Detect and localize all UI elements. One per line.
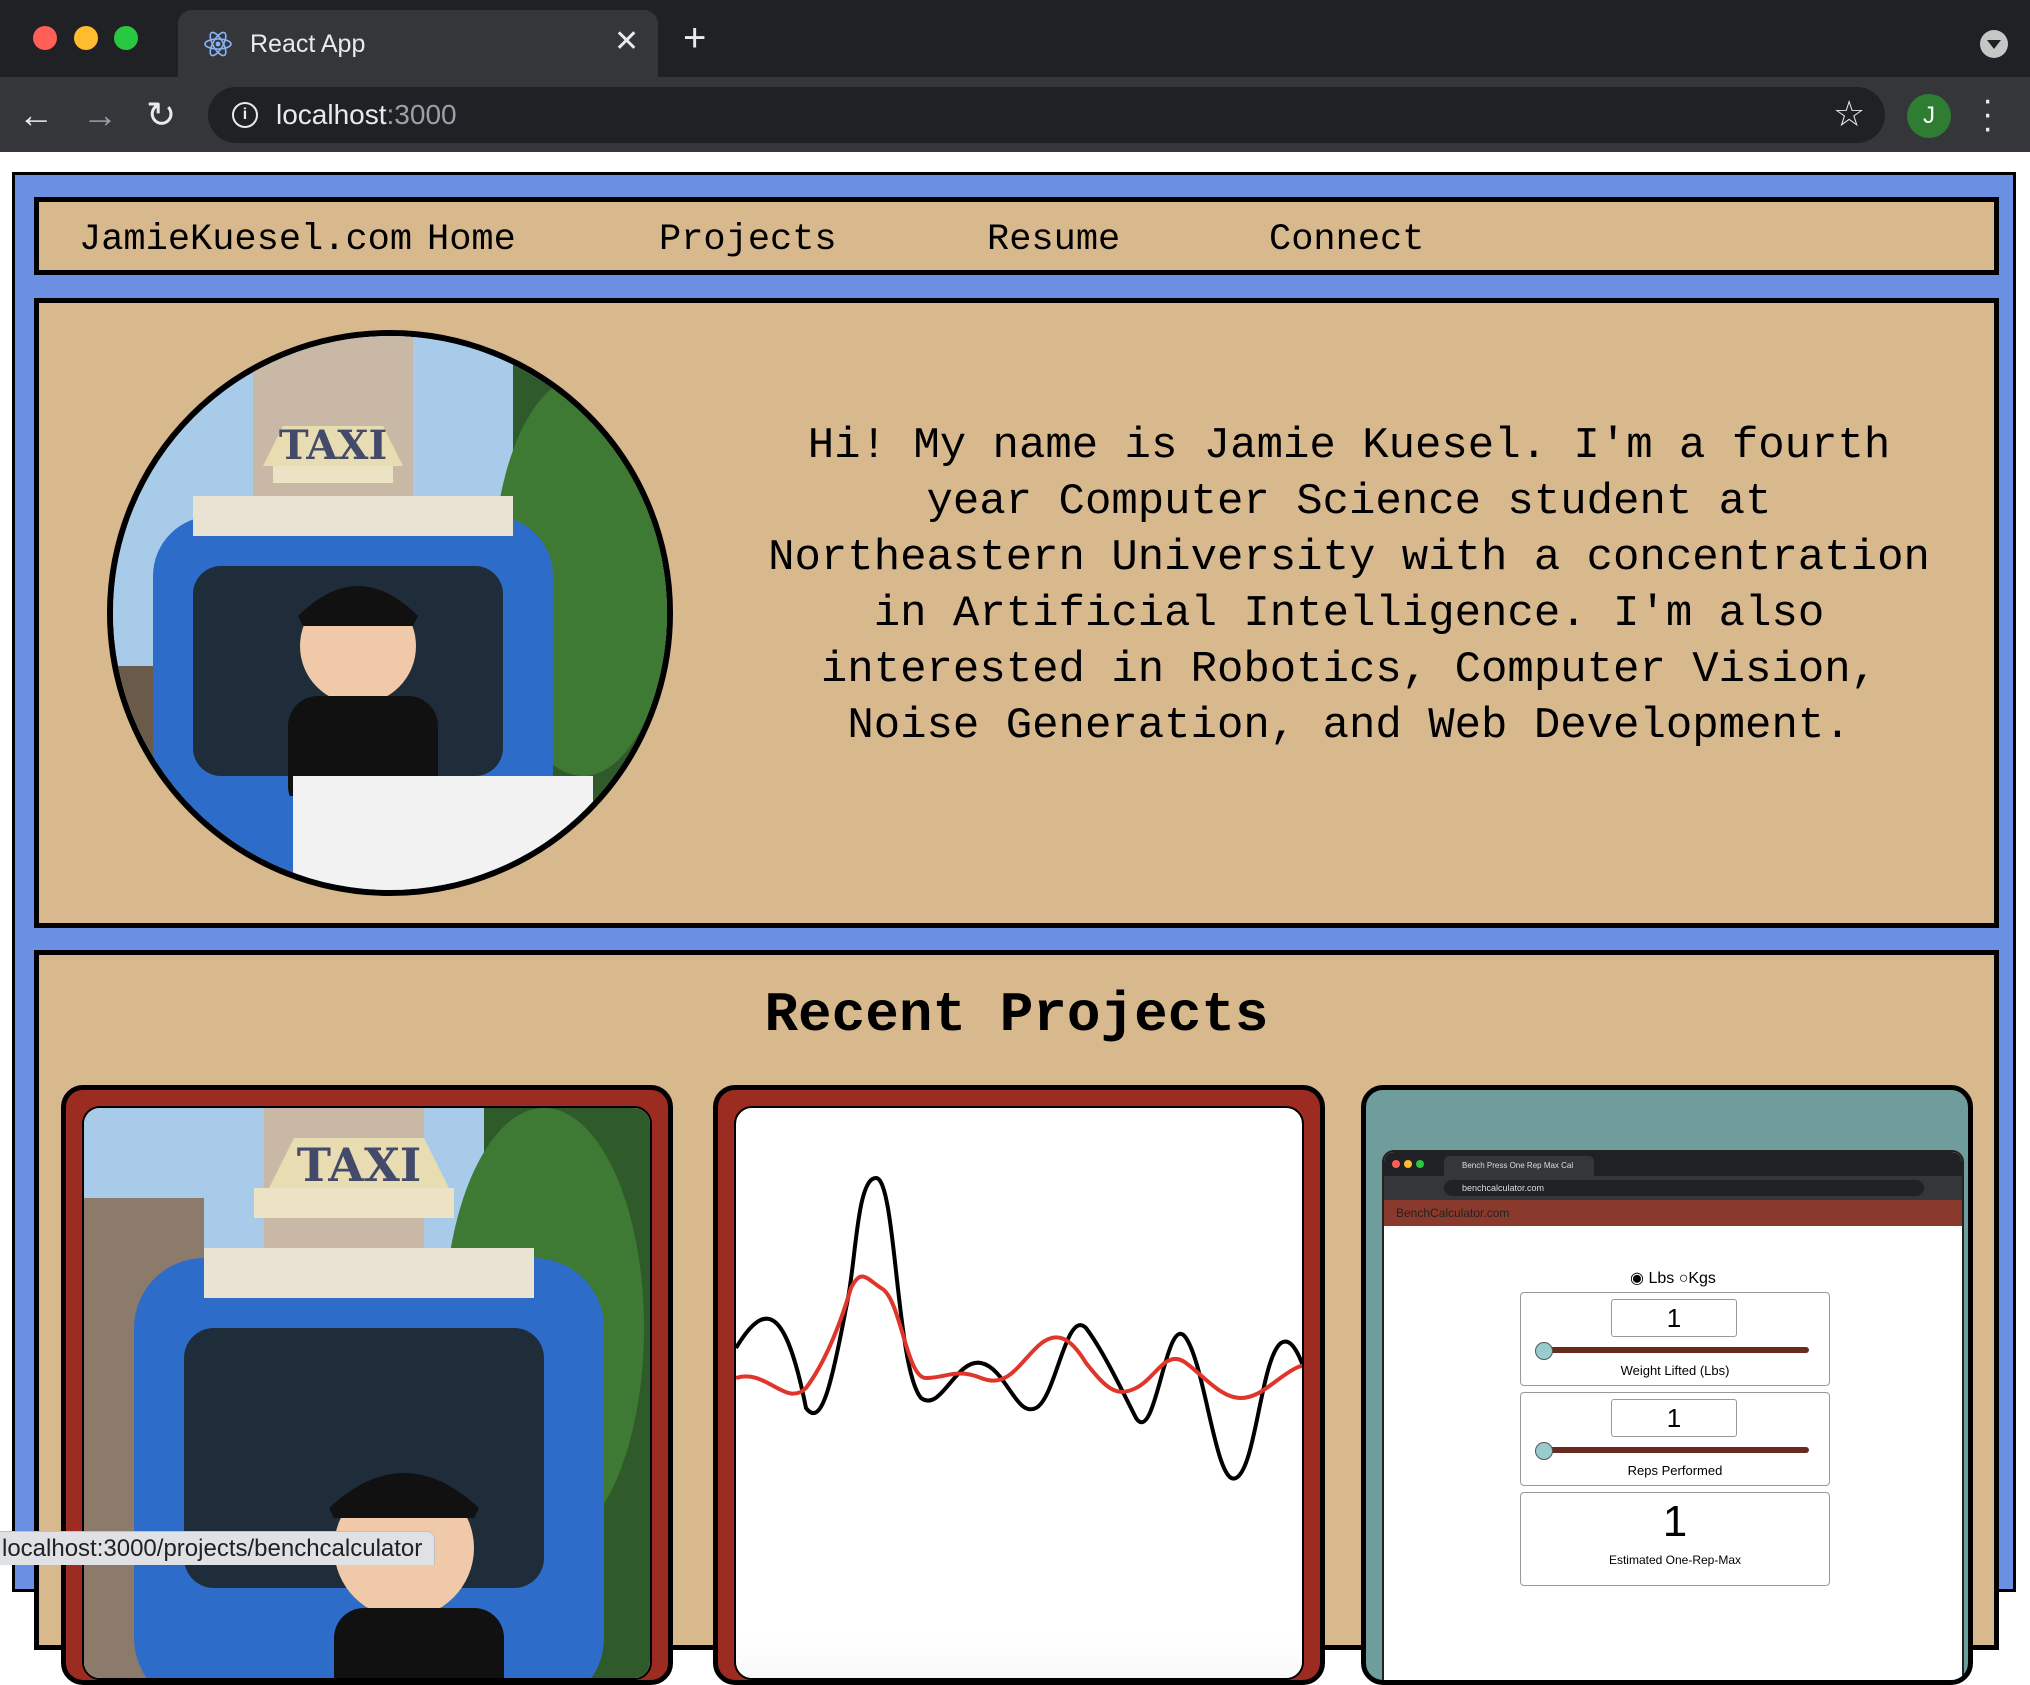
forward-arrow-icon[interactable]: → bbox=[82, 95, 118, 135]
weight-value: 1 bbox=[1611, 1299, 1737, 1337]
nav-projects-link[interactable]: Projects bbox=[659, 219, 837, 261]
mini-browser-toolbar: benchcalculator.com bbox=[1384, 1176, 1962, 1200]
reps-slider bbox=[1541, 1447, 1809, 1453]
tab-search-icon[interactable] bbox=[1980, 30, 2008, 58]
nav-resume-link[interactable]: Resume bbox=[987, 219, 1120, 261]
taxi-sign-text: TAXI bbox=[279, 422, 387, 469]
close-tab-icon[interactable]: ✕ bbox=[614, 24, 639, 60]
back-arrow-icon[interactable]: ← bbox=[18, 95, 54, 135]
mini-site-header: BenchCalculator.com bbox=[1384, 1200, 1962, 1226]
orm-label: Estimated One-Rep-Max bbox=[1608, 1553, 1742, 1567]
mini-tab-title: Bench Press One Rep Max Cal bbox=[1444, 1156, 1594, 1176]
site-info-icon[interactable]: i bbox=[232, 102, 258, 128]
project-card-benchcalculator[interactable]: Bench Press One Rep Max Cal benchcalcula… bbox=[1361, 1085, 1973, 1685]
section-title: Recent Projects bbox=[764, 983, 1269, 1047]
browser-tab-active[interactable]: React App ✕ bbox=[178, 10, 658, 77]
weight-label: Weight Lifted (Lbs) bbox=[1620, 1363, 1730, 1378]
hero-section: TAXI Hi! My name is Jamie Kuesel. I'm a … bbox=[34, 298, 1999, 928]
zoom-window-button[interactable] bbox=[114, 26, 138, 50]
reps-input-box: 1 Reps Performed bbox=[1520, 1392, 1830, 1486]
close-window-button[interactable] bbox=[33, 26, 57, 50]
reload-icon[interactable]: ↻ bbox=[146, 95, 176, 135]
intro-text: Hi! My name is Jamie Kuesel. I'm a fourt… bbox=[768, 421, 1930, 751]
nav-brand-link[interactable]: JamieKuesel.com bbox=[79, 219, 412, 261]
taxi-sign-text: TAXI bbox=[297, 1138, 422, 1192]
mini-browser-tabs: Bench Press One Rep Max Cal bbox=[1384, 1152, 1962, 1176]
project-card-taxi[interactable]: TAXI bbox=[61, 1085, 673, 1685]
mini-url: benchcalculator.com bbox=[1444, 1180, 1924, 1196]
address-bar[interactable]: i localhost:3000 ☆ bbox=[208, 87, 1885, 143]
more-menu-icon[interactable]: · · · bbox=[1982, 83, 1993, 145]
minimize-window-button[interactable] bbox=[74, 26, 98, 50]
project-card-image bbox=[734, 1106, 1304, 1680]
profile-avatar[interactable]: J bbox=[1907, 94, 1951, 138]
reps-slider-thumb bbox=[1535, 1442, 1553, 1460]
weight-input-box: 1 Weight Lifted (Lbs) bbox=[1520, 1292, 1830, 1386]
project-card-noise[interactable] bbox=[713, 1085, 1325, 1685]
weight-slider-thumb bbox=[1535, 1342, 1553, 1360]
weight-slider bbox=[1541, 1347, 1809, 1353]
reps-label: Reps Performed bbox=[1627, 1463, 1723, 1478]
nav-connect-link[interactable]: Connect bbox=[1269, 219, 1424, 261]
site-nav: JamieKuesel.com Home Projects Resume Con… bbox=[34, 197, 1999, 275]
orm-value: 1 bbox=[1662, 1497, 1688, 1546]
browser-tab-strip: React App ✕ + bbox=[0, 0, 2030, 77]
bookmark-star-icon[interactable]: ☆ bbox=[1833, 93, 1865, 135]
project-card-image: TAXI bbox=[82, 1106, 652, 1680]
new-tab-button[interactable]: + bbox=[683, 18, 706, 58]
reps-value: 1 bbox=[1611, 1399, 1737, 1437]
unit-toggle: ◉ Lbs ○Kgs bbox=[1630, 1270, 1716, 1287]
profile-photo: TAXI bbox=[107, 330, 673, 896]
react-logo-icon bbox=[204, 31, 232, 57]
tab-title: React App bbox=[250, 30, 366, 58]
browser-toolbar: ← → ↻ i localhost:3000 ☆ J · · · bbox=[0, 77, 2030, 152]
nav-home-link[interactable]: Home bbox=[427, 219, 516, 261]
orm-result-box: 1 Estimated One-Rep-Max bbox=[1520, 1492, 1830, 1586]
link-status-bubble: localhost:3000/projects/benchcalculator bbox=[0, 1531, 436, 1565]
bench-calculator-preview: Bench Press One Rep Max Cal benchcalcula… bbox=[1382, 1150, 1964, 1680]
url-text[interactable]: localhost:3000 bbox=[276, 99, 457, 131]
